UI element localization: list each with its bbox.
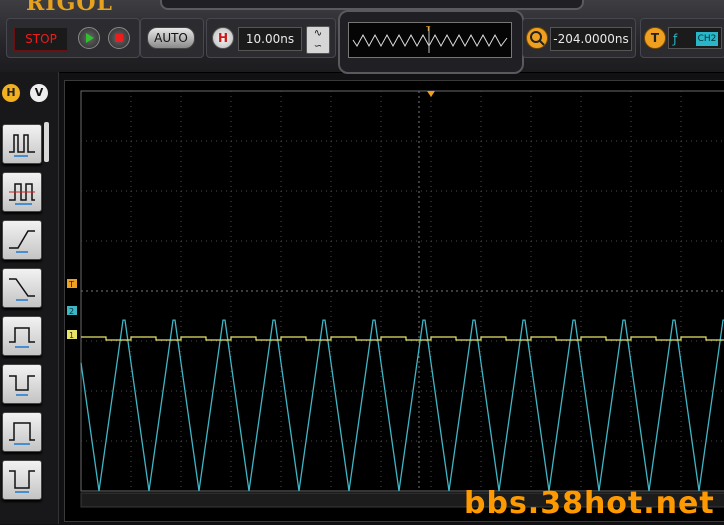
trigger-mode-timeout[interactable]: [2, 412, 42, 452]
scope-display[interactable]: T 2 1: [64, 80, 724, 522]
ch1-offset-label: 1: [69, 331, 74, 340]
setup-hold-icon: [9, 470, 35, 493]
trigger-mode-panel: H V: [0, 72, 59, 524]
zoom-icon[interactable]: [526, 27, 548, 49]
trigger-mode-pulse-positive[interactable]: [2, 124, 42, 164]
traces: [80, 319, 724, 492]
trigger-mode-rising-slope[interactable]: [2, 220, 42, 260]
trigger-badge[interactable]: T: [644, 27, 666, 49]
ch2-offset-label: 2: [69, 307, 74, 316]
timebase-display[interactable]: 10.00ns: [238, 27, 302, 51]
rising-slope-icon: [9, 230, 35, 253]
pattern-icon: [9, 375, 35, 396]
trigger-position-marker: [427, 91, 435, 97]
brand-logo: RIGOL: [26, 0, 113, 16]
waveform-toggle[interactable]: ∿ ∽: [306, 26, 330, 54]
sine-alt-icon: ∽: [313, 41, 323, 52]
preview-trigger-marker: T: [425, 25, 431, 33]
top-bezel: [160, 0, 584, 10]
preview-trace: T: [352, 25, 508, 53]
watermark: bbs.38hot.net: [464, 486, 715, 521]
trigger-mode-pulse-runt[interactable]: [2, 172, 42, 212]
graticule-grid: [80, 90, 724, 492]
zoom-offset-display[interactable]: -204.0000ns: [550, 27, 632, 51]
sine-icon: ∿: [313, 28, 323, 39]
toolbar: RIGOL STOP AUTO H 10.00ns ∿ ∽ T -204.000…: [0, 0, 724, 74]
trigger-level-label: T: [68, 280, 74, 289]
trigger-mode-setup-hold[interactable]: [2, 460, 42, 500]
horizontal-badge: H: [212, 27, 234, 49]
run-button[interactable]: [78, 27, 100, 49]
single-button[interactable]: [108, 27, 130, 49]
pulse-icon: [9, 134, 35, 157]
stop-button[interactable]: STOP: [14, 27, 68, 51]
stop-square-icon: [115, 34, 123, 42]
scope-graticule: T 2 1: [67, 90, 724, 508]
side-scrollbar[interactable]: [44, 122, 49, 162]
timeout-icon: [9, 422, 35, 445]
side-tab-vertical[interactable]: V: [30, 84, 48, 102]
trigger-mode-falling-slope[interactable]: [2, 268, 42, 308]
window-pulse-icon: [9, 327, 35, 348]
waveform-preview[interactable]: T: [338, 10, 524, 74]
runt-pulse-icon: [9, 183, 35, 205]
trigger-mode-pattern[interactable]: [2, 364, 42, 404]
preview-window: T: [348, 22, 512, 58]
trigger-mode-pulse-window[interactable]: [2, 316, 42, 356]
play-icon: [86, 33, 94, 43]
trigger-source-badge: CH2: [696, 32, 718, 46]
ch2-trace: [80, 319, 724, 492]
trigger-slope-icon: ƒ: [673, 32, 678, 46]
side-tab-horizontal[interactable]: H: [2, 84, 20, 102]
channel-markers: T 2 1: [67, 91, 435, 340]
auto-button[interactable]: AUTO: [147, 27, 195, 49]
falling-slope-icon: [9, 278, 35, 301]
